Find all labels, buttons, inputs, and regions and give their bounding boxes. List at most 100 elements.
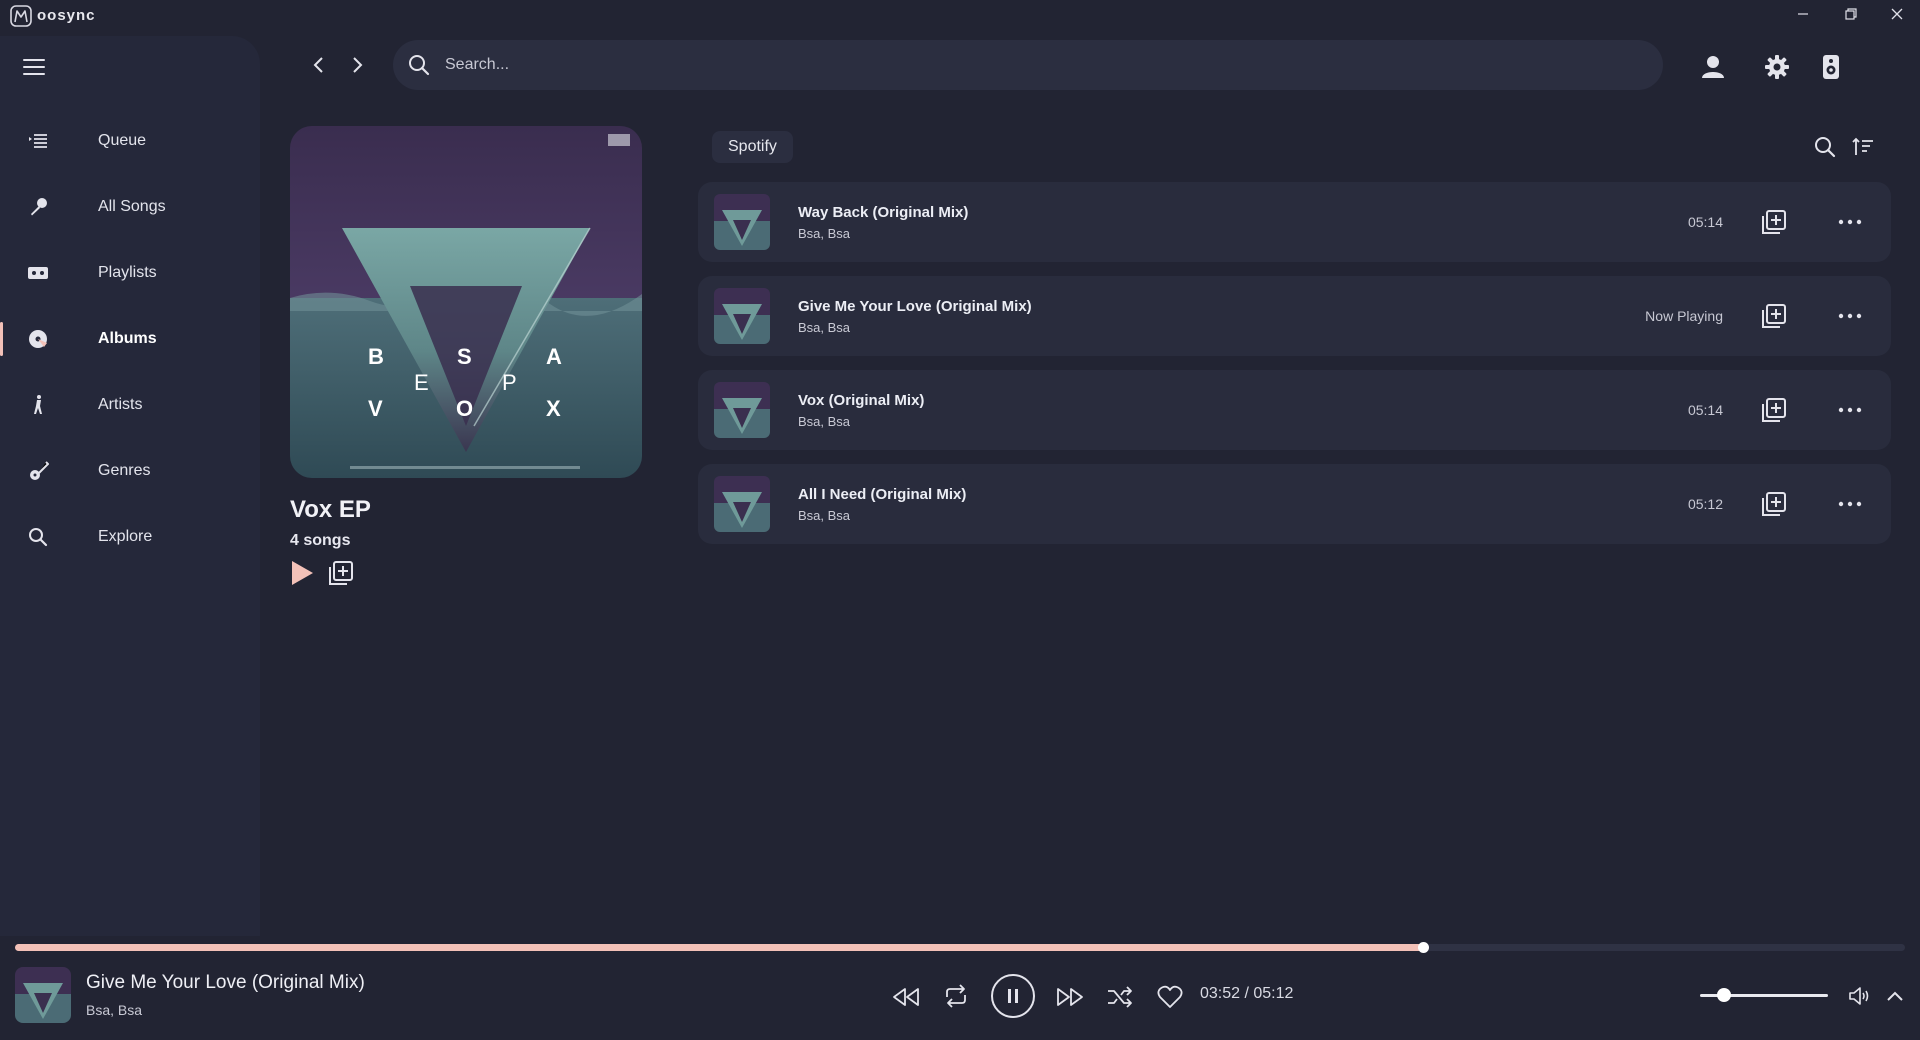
track-cover xyxy=(714,476,770,532)
sidebar-item-explore[interactable]: Explore xyxy=(0,512,260,562)
cover-letter: S xyxy=(457,344,472,369)
add-to-queue-button[interactable] xyxy=(1761,209,1787,235)
fast-forward-icon xyxy=(1057,988,1083,1006)
play-album-icon[interactable] xyxy=(290,560,314,586)
seek-bar[interactable] xyxy=(15,942,1905,953)
volume-slider[interactable] xyxy=(1700,988,1828,1002)
heart-icon xyxy=(1157,985,1183,1008)
track-row[interactable]: Way Back (Original Mix) Bsa, Bsa 05:14 xyxy=(698,182,1891,262)
expand-player-button[interactable] xyxy=(1882,984,1908,1008)
queue-icon xyxy=(27,130,49,152)
restore-button[interactable] xyxy=(1834,2,1868,26)
sidebar-item-label: Artists xyxy=(98,396,143,413)
track-row[interactable]: All I Need (Original Mix) Bsa, Bsa 05:12 xyxy=(698,464,1891,544)
speaker-device-button[interactable] xyxy=(1816,52,1846,82)
shuffle-icon xyxy=(1108,986,1132,1008)
add-to-queue-icon xyxy=(1762,492,1786,516)
sidebar-item-artists[interactable]: Artists xyxy=(0,380,260,430)
track-cover xyxy=(714,382,770,438)
track-cover xyxy=(714,288,770,344)
more-options-button[interactable] xyxy=(1837,494,1863,514)
track-duration: Now Playing xyxy=(1645,308,1723,324)
track-duration: 05:14 xyxy=(1687,402,1723,418)
album-title: Vox EP xyxy=(290,496,371,523)
sidebar: Queue All Songs Playlists Albums Artists… xyxy=(0,36,260,936)
sidebar-item-albums[interactable]: Albums xyxy=(0,314,260,364)
repeat-button[interactable] xyxy=(940,980,972,1012)
add-to-queue-icon xyxy=(1762,304,1786,328)
favorite-button[interactable] xyxy=(1154,982,1186,1012)
sort-icon xyxy=(1852,137,1873,155)
sidebar-item-all-songs[interactable]: All Songs xyxy=(0,182,260,232)
track-row[interactable]: Vox (Original Mix) Bsa, Bsa 05:14 xyxy=(698,370,1891,450)
track-artist[interactable]: Bsa, Bsa xyxy=(798,414,850,429)
shuffle-button[interactable] xyxy=(1104,982,1136,1012)
microphone-icon xyxy=(27,196,49,218)
now-playing-cover xyxy=(15,967,71,1023)
track-title: Vox (Original Mix) xyxy=(798,392,925,409)
more-options-icon xyxy=(1838,501,1862,507)
track-duration: 05:14 xyxy=(1687,214,1723,230)
user-icon xyxy=(1702,56,1724,78)
more-options-icon xyxy=(1838,407,1862,413)
forward-button[interactable] xyxy=(346,54,368,76)
track-row[interactable]: Give Me Your Love (Original Mix) Bsa, Bsa… xyxy=(698,276,1891,356)
add-to-queue-icon xyxy=(1762,398,1786,422)
cover-letter: E xyxy=(414,370,429,395)
search-icon xyxy=(1815,137,1836,158)
cassette-icon xyxy=(27,262,49,284)
volume-button[interactable] xyxy=(1846,982,1874,1010)
more-options-icon xyxy=(1838,219,1862,225)
guitar-icon xyxy=(27,460,49,482)
sort-button[interactable] xyxy=(1850,134,1876,160)
track-duration: 05:12 xyxy=(1687,496,1723,512)
add-to-queue-button[interactable] xyxy=(1761,303,1787,329)
app-name: oosync xyxy=(37,7,96,24)
track-artist[interactable]: Bsa, Bsa xyxy=(798,320,850,335)
time-readout: 03:52 / 05:12 xyxy=(1200,985,1294,1002)
previous-button[interactable] xyxy=(890,982,922,1012)
play-pause-button[interactable] xyxy=(991,974,1035,1018)
repeat-icon xyxy=(946,984,966,1008)
add-to-queue-icon xyxy=(1762,210,1786,234)
more-options-button[interactable] xyxy=(1837,400,1863,420)
seek-bar-fill xyxy=(15,944,1424,951)
now-playing-artist[interactable]: Bsa, Bsa xyxy=(86,1002,142,1018)
search-tracks-button[interactable] xyxy=(1812,134,1838,160)
provider-chip-spotify[interactable]: Spotify xyxy=(712,131,793,163)
search-input[interactable] xyxy=(445,50,1625,80)
gear-icon xyxy=(1765,55,1789,79)
track-artist[interactable]: Bsa, Bsa xyxy=(798,508,850,523)
more-options-button[interactable] xyxy=(1837,212,1863,232)
speaker-volume-icon xyxy=(1849,987,1869,1005)
more-options-button[interactable] xyxy=(1837,306,1863,326)
back-button[interactable] xyxy=(308,54,330,76)
more-options-icon xyxy=(1838,313,1862,319)
settings-button[interactable] xyxy=(1762,52,1792,82)
seek-bar-handle[interactable] xyxy=(1418,942,1430,953)
cover-letter: O xyxy=(456,396,474,421)
volume-slider-handle[interactable] xyxy=(1717,988,1732,1002)
add-to-queue-button[interactable] xyxy=(1761,397,1787,423)
sidebar-item-genres[interactable]: Genres xyxy=(0,446,260,496)
add-to-queue-button[interactable] xyxy=(1761,491,1787,517)
now-playing-title[interactable]: Give Me Your Love (Original Mix) xyxy=(86,972,365,994)
chevron-left-icon xyxy=(313,57,323,73)
next-button[interactable] xyxy=(1054,982,1086,1012)
add-album-to-queue-icon[interactable] xyxy=(328,560,354,586)
rewind-icon xyxy=(893,988,919,1006)
title-bar: oosync xyxy=(0,0,1920,30)
close-icon xyxy=(1891,8,1903,20)
album-song-count: 4 songs xyxy=(290,532,351,549)
sidebar-item-label: Queue xyxy=(98,132,147,149)
account-button[interactable] xyxy=(1698,52,1728,82)
close-button[interactable] xyxy=(1880,2,1914,26)
restore-icon xyxy=(1845,8,1857,20)
cover-letter: P xyxy=(502,370,517,395)
artist-icon xyxy=(27,394,49,416)
sidebar-item-queue[interactable]: Queue xyxy=(0,116,260,166)
hamburger-menu-icon[interactable] xyxy=(22,56,46,78)
minimize-button[interactable] xyxy=(1786,2,1820,26)
sidebar-item-playlists[interactable]: Playlists xyxy=(0,248,260,298)
track-artist[interactable]: Bsa, Bsa xyxy=(798,226,850,241)
